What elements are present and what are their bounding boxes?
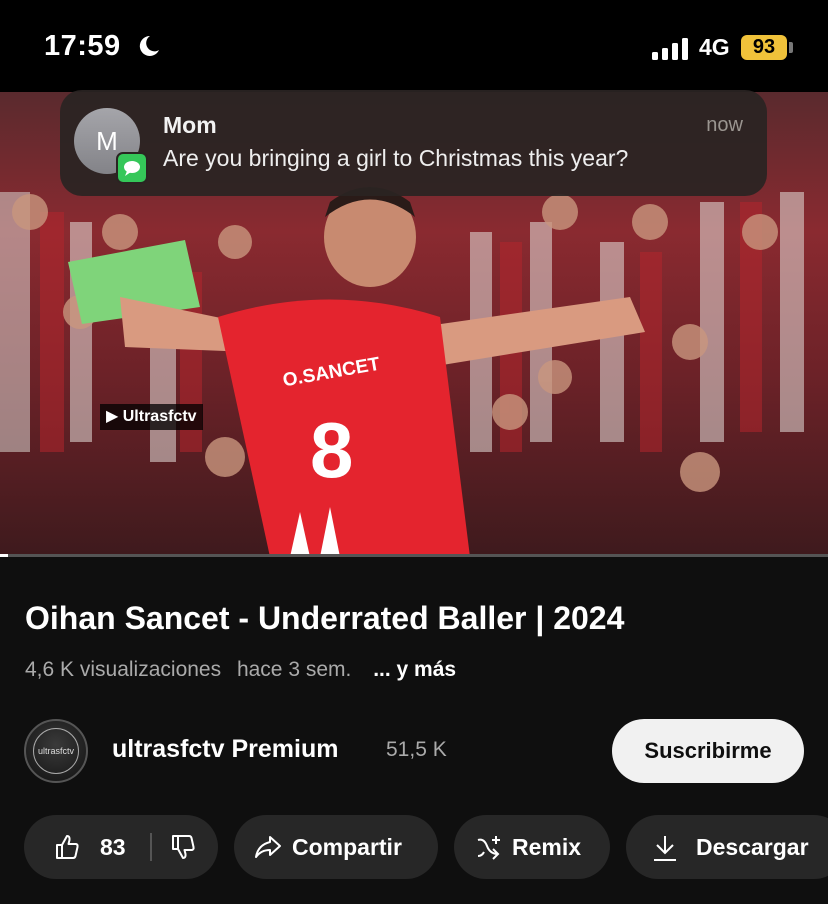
download-label: Descargar [696,834,809,860]
watermark-text: Ultrasfctv [122,408,197,425]
notification-time: now [706,114,743,136]
download-button[interactable]: Descargar [626,815,828,879]
subscribe-button[interactable]: Suscribirme [612,719,804,783]
notification-sender: Mom [163,112,217,138]
download-icon [654,836,676,861]
like-dislike-group: 83 [24,815,218,879]
status-time: 17:59 [44,30,121,62]
video-title: Oihan Sancet - Underrated Baller | 2024 [25,600,625,636]
svg-text:8: 8 [310,406,353,494]
view-count: 4,6 K visualizaciones [25,658,222,681]
signal-icon [652,38,688,60]
share-button[interactable]: Compartir [234,815,438,879]
channel-name[interactable]: ultrasfctv Premium [112,735,338,764]
remix-button[interactable]: Remix [454,815,610,879]
share-icon [255,836,281,858]
moon-icon [139,35,159,56]
remix-label: Remix [512,834,582,860]
messages-app-icon [116,152,148,184]
like-count[interactable]: 83 [100,815,126,879]
upload-age: hace 3 sem. [236,658,352,681]
progress-fill [0,554,9,557]
thumbs-down-icon[interactable] [170,834,196,860]
notification-message: Are you bringing a girl to Christmas thi… [163,145,629,171]
video-meta[interactable]: 4,6 K visualizaciones hace 3 sem. ... y … [25,658,466,682]
battery-indicator: 93 [741,35,787,60]
network-type: 4G [699,34,730,60]
message-notification[interactable]: M Mom now Are you bringing a girl to Chr… [60,90,767,196]
progress-bar[interactable] [0,554,828,557]
share-label: Compartir [292,834,402,860]
remix-icon [477,836,500,860]
subscriber-count: 51,5 K [386,738,447,761]
battery-tip [789,42,793,53]
channel-avatar[interactable]: ultrasfctv [24,719,88,783]
more-link[interactable]: ... y más [373,658,456,681]
status-bar: 17:59 4G 93 [0,0,828,92]
thumbs-up-icon[interactable] [54,834,80,860]
like-divider [150,833,152,861]
channel-watermark: ▶ Ultrasfctv [100,404,203,430]
channel-avatar-text: ultrasfctv [33,728,79,774]
